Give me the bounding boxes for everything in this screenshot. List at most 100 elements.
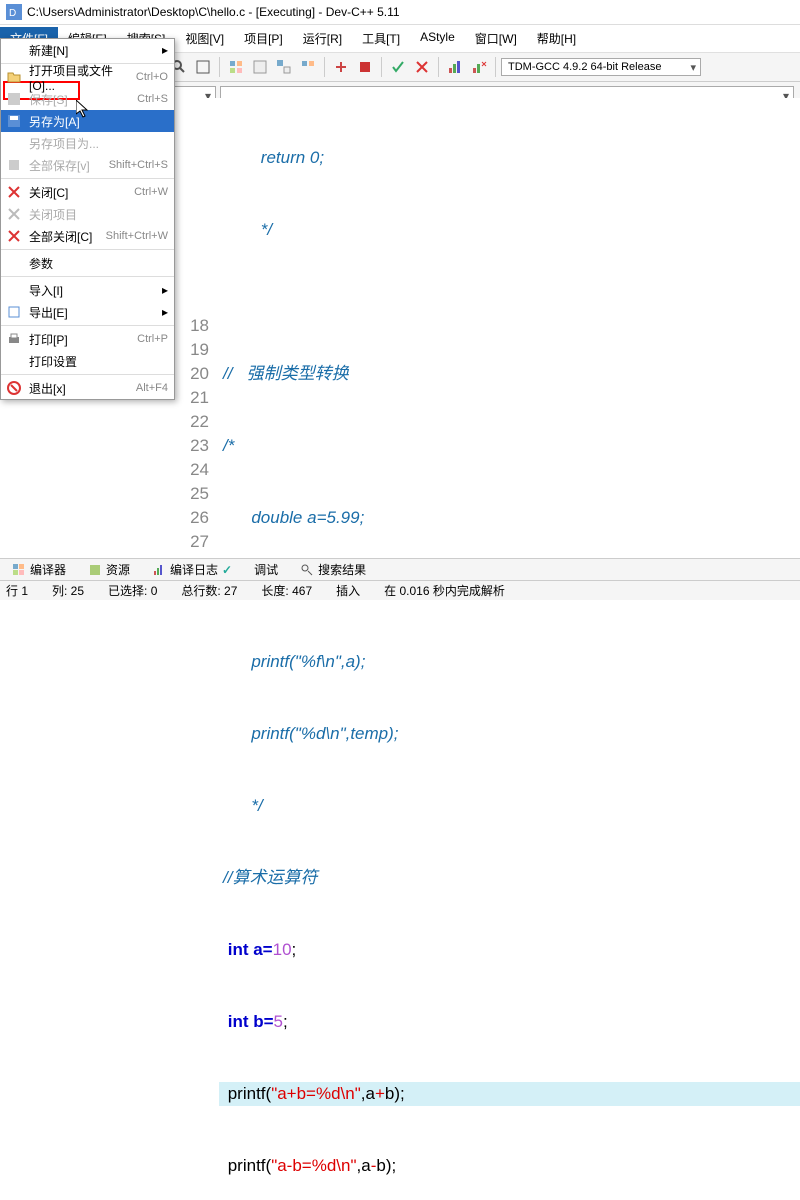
line-number: 22 (175, 410, 209, 434)
menu-astyle[interactable]: AStyle (410, 27, 465, 50)
app-icon: D (6, 4, 22, 20)
toolbar-sep (219, 57, 220, 77)
code-line: */ (219, 794, 800, 818)
code-line: // 强制类型转换 (219, 362, 800, 386)
log-tab-icon (152, 563, 166, 577)
close-proj-icon (5, 205, 23, 223)
menu-project[interactable]: 项目[P] (234, 27, 293, 50)
code-line: printf("a-b=%d\n",a-b); (219, 1154, 800, 1178)
tab-compiler[interactable]: 编译器 (6, 559, 72, 580)
toolbar-sep (324, 57, 325, 77)
line-number: 26 (175, 506, 209, 530)
menu-run[interactable]: 运行[R] (293, 27, 352, 50)
rebuild-icon[interactable] (297, 56, 319, 78)
close-icon (5, 183, 23, 201)
trash-icon[interactable] (468, 56, 490, 78)
saveall-disk-icon (5, 156, 23, 174)
menu-new[interactable]: 新建[N] ▸ (1, 39, 174, 61)
submenu-arrow-icon: ▸ (162, 43, 168, 57)
status-sel: 已选择: 0 (108, 582, 157, 599)
status-line: 行 1 (6, 582, 28, 599)
blank-icon (5, 134, 23, 152)
menu-sep (1, 374, 174, 375)
window-title: C:\Users\Administrator\Desktop\C\hello.c… (27, 5, 400, 19)
menu-tools[interactable]: 工具[T] (352, 27, 410, 50)
compiler-tab-icon (12, 563, 26, 577)
open-folder-icon (5, 68, 23, 86)
menu-closeall[interactable]: 全部关闭[C] Shift+Ctrl+W (1, 225, 174, 247)
code-line: printf("%d\n",temp); (219, 722, 800, 746)
blank-icon (5, 41, 23, 59)
menu-saveproj: 另存项目为... (1, 132, 174, 154)
menu-import[interactable]: 导入[I] ▸ (1, 279, 174, 301)
line-number: 27 (175, 530, 209, 554)
error-icon[interactable] (411, 56, 433, 78)
compile-icon[interactable] (225, 56, 247, 78)
profile-icon[interactable] (444, 56, 466, 78)
replace-icon[interactable] (192, 56, 214, 78)
search-tab-icon (300, 563, 314, 577)
line-number: 20 (175, 362, 209, 386)
blank-icon (5, 281, 23, 299)
menu-export[interactable]: 导出[E] ▸ (1, 301, 174, 323)
export-icon (5, 303, 23, 321)
code-line: //算术运算符 (219, 866, 800, 890)
tab-log[interactable]: 编译日志 ✓ (146, 559, 238, 580)
menu-params[interactable]: 参数 (1, 252, 174, 274)
code-line (219, 290, 800, 314)
menu-open[interactable]: 打开项目或文件[O]... Ctrl+O (1, 66, 174, 88)
tab-search[interactable]: 搜索结果 (294, 559, 372, 580)
code-editor[interactable]: 18 19 20 21 22 23 24 25 26 27 return 0; … (175, 98, 800, 560)
saveas-icon (5, 112, 23, 130)
resource-tab-icon (88, 563, 102, 577)
line-number: 23 (175, 434, 209, 458)
code-line: */ (219, 218, 800, 242)
debug-icon[interactable] (330, 56, 352, 78)
file-menu-dropdown: 新建[N] ▸ 打开项目或文件[O]... Ctrl+O 保存[S] Ctrl+… (0, 38, 175, 400)
line-number: 24 (175, 458, 209, 482)
status-col: 列: 25 (52, 582, 84, 599)
menu-sep (1, 325, 174, 326)
menu-close[interactable]: 关闭[C] Ctrl+W (1, 181, 174, 203)
menu-view[interactable]: 视图[V] (175, 27, 234, 50)
code-line: printf("%f\n",a); (219, 650, 800, 674)
line-gutter: 18 19 20 21 22 23 24 25 26 27 (175, 98, 219, 560)
bottom-tabs: 编译器 资源 编译日志 ✓ 调试 搜索结果 (0, 558, 800, 580)
code-line: /* (219, 434, 800, 458)
menu-window[interactable]: 窗口[W] (465, 27, 527, 50)
stop-icon[interactable] (354, 56, 376, 78)
print-icon (5, 330, 23, 348)
menu-help[interactable]: 帮助[H] (527, 27, 586, 50)
menu-save[interactable]: 保存[S] Ctrl+S (1, 88, 174, 110)
svg-text:D: D (9, 8, 16, 19)
menu-exit[interactable]: 退出[x] Alt+F4 (1, 377, 174, 399)
code-line-current: printf("a+b=%d\n",a+b); (219, 1082, 800, 1106)
code-line: int b=5; (219, 1010, 800, 1034)
code-line: int a=10; (219, 938, 800, 962)
save-disk-icon (5, 90, 23, 108)
code-line: return 0; (219, 146, 800, 170)
compile-run-icon[interactable] (273, 56, 295, 78)
submenu-arrow-icon: ▸ (162, 283, 168, 297)
toolbar-sep (438, 57, 439, 77)
menu-sep (1, 178, 174, 179)
code-body[interactable]: return 0; */ // 强制类型转换 /* double a=5.99;… (219, 98, 800, 560)
menu-saveas[interactable]: 另存为[A] (1, 110, 174, 132)
menu-printset[interactable]: 打印设置 (1, 350, 174, 372)
tab-debug[interactable]: 调试 (248, 559, 284, 580)
tab-resource[interactable]: 资源 (82, 559, 136, 580)
line-number: 18 (175, 314, 209, 338)
status-ins: 插入 (336, 582, 360, 599)
status-parse: 在 0.016 秒内完成解析 (384, 582, 505, 599)
titlebar: D C:\Users\Administrator\Desktop\C\hello… (0, 0, 800, 25)
run-icon[interactable] (249, 56, 271, 78)
code-line: double a=5.99; (219, 506, 800, 530)
exit-icon (5, 379, 23, 397)
menu-print[interactable]: 打印[P] Ctrl+P (1, 328, 174, 350)
submenu-arrow-icon: ▸ (162, 305, 168, 319)
check-icon[interactable] (387, 56, 409, 78)
menu-closeproj: 关闭项目 (1, 203, 174, 225)
closeall-icon (5, 227, 23, 245)
compiler-combo[interactable]: TDM-GCC 4.9.2 64-bit Release (501, 58, 701, 76)
status-len: 长度: 467 (261, 582, 312, 599)
